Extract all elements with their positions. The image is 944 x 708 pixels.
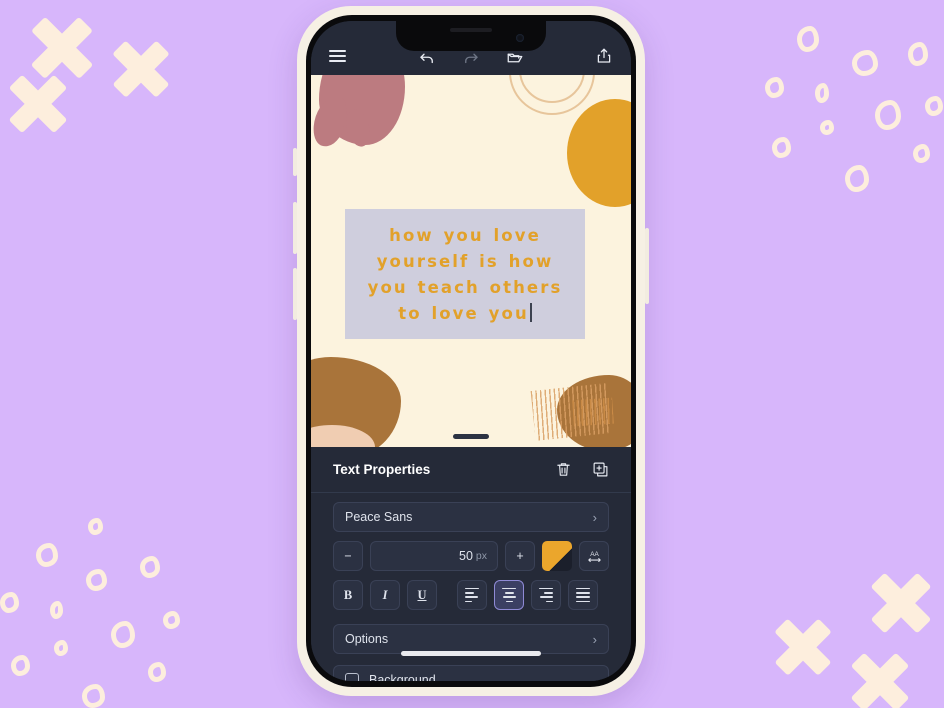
decor-cross-icon bbox=[848, 650, 912, 708]
text-format-row: B I U bbox=[333, 580, 609, 610]
background-label: Background bbox=[369, 673, 436, 681]
size-row-wrapper: − 50 px + AA B I U bbox=[311, 532, 631, 610]
decor-ring-icon bbox=[111, 621, 135, 648]
decor-ring-icon bbox=[815, 83, 829, 103]
hamburger-menu-icon[interactable] bbox=[329, 47, 346, 65]
svg-text:AA: AA bbox=[590, 550, 599, 557]
background-toggle-row[interactable]: Background ⌄ bbox=[333, 665, 609, 681]
font-size-unit: px bbox=[475, 550, 487, 562]
decor-ring-icon bbox=[772, 137, 791, 158]
chevron-right-icon: › bbox=[592, 631, 597, 647]
decor-ring-icon bbox=[908, 42, 928, 66]
decor-cross-icon bbox=[110, 38, 172, 100]
font-size-value: 50 bbox=[459, 549, 473, 563]
font-row: Peace Sans › bbox=[311, 493, 631, 532]
decrease-font-size-button[interactable]: − bbox=[333, 541, 363, 571]
phone-mockup: how you love yourself is how you teach oth… bbox=[293, 6, 649, 696]
decor-ring-icon bbox=[765, 77, 784, 98]
decor-cross-icon bbox=[868, 570, 934, 636]
font-family-select[interactable]: Peace Sans › bbox=[333, 502, 609, 532]
letter-spacing-icon[interactable]: AA bbox=[579, 541, 609, 571]
decor-ring-icon bbox=[913, 144, 930, 163]
decor-ring-icon bbox=[54, 640, 68, 656]
front-camera-icon bbox=[516, 34, 524, 42]
bold-button[interactable]: B bbox=[333, 580, 363, 610]
volume-down-button[interactable] bbox=[293, 268, 297, 320]
decor-ring-icon bbox=[852, 50, 878, 76]
decor-ring-icon bbox=[50, 601, 63, 619]
phone-notch bbox=[396, 21, 546, 51]
underline-button[interactable]: U bbox=[407, 580, 437, 610]
decor-ring-icon bbox=[163, 611, 180, 629]
decor-ring-icon bbox=[797, 26, 819, 52]
selected-text-element[interactable]: how you love yourself is how you teach oth… bbox=[345, 209, 585, 339]
options-row: Options › bbox=[311, 610, 631, 654]
decor-ring-icon bbox=[36, 543, 58, 567]
increase-font-size-button[interactable]: + bbox=[505, 541, 535, 571]
decor-ring-icon bbox=[845, 165, 869, 192]
decor-ring-icon bbox=[140, 556, 160, 578]
align-left-icon[interactable] bbox=[457, 580, 487, 610]
undo-icon[interactable] bbox=[418, 49, 436, 67]
font-size-row: − 50 px + AA bbox=[333, 541, 609, 571]
folder-open-icon[interactable] bbox=[506, 49, 524, 67]
orange-circle-decoration bbox=[567, 99, 631, 207]
options-label: Options bbox=[345, 632, 389, 646]
design-canvas[interactable]: how you love yourself is how you teach oth… bbox=[311, 75, 631, 447]
panel-drag-handle[interactable] bbox=[453, 434, 489, 439]
decor-cross-icon bbox=[6, 72, 70, 136]
decor-ring-icon bbox=[875, 100, 901, 130]
silent-switch-button[interactable] bbox=[293, 148, 297, 176]
hatched-texture-decoration bbox=[572, 397, 614, 427]
decor-ring-icon bbox=[86, 569, 107, 591]
earpiece-speaker bbox=[450, 28, 492, 32]
decor-ring-icon bbox=[82, 684, 105, 708]
italic-button[interactable]: I bbox=[370, 580, 400, 610]
duplicate-icon[interactable] bbox=[592, 461, 609, 478]
panel-title: Text Properties bbox=[333, 462, 431, 477]
panel-header-actions bbox=[555, 461, 609, 478]
toolbar-center-actions bbox=[418, 49, 524, 67]
decor-ring-icon bbox=[925, 96, 943, 116]
redo-icon[interactable] bbox=[462, 49, 480, 67]
chevron-down-icon: ⌄ bbox=[586, 672, 597, 682]
font-size-input[interactable]: 50 px bbox=[370, 541, 498, 571]
decor-cross-icon bbox=[772, 616, 834, 678]
chevron-right-icon: › bbox=[592, 509, 597, 525]
align-center-icon[interactable] bbox=[494, 580, 524, 610]
align-justify-icon[interactable] bbox=[568, 580, 598, 610]
text-cursor bbox=[529, 303, 532, 322]
decor-ring-icon bbox=[820, 120, 834, 135]
options-select[interactable]: Options › bbox=[333, 624, 609, 654]
font-family-label: Peace Sans bbox=[345, 510, 413, 524]
text-properties-panel: Text Properties Peace Sans › − 50 px + A… bbox=[311, 447, 631, 681]
background-checkbox[interactable] bbox=[345, 673, 359, 681]
decor-ring-icon bbox=[148, 662, 166, 682]
align-right-icon[interactable] bbox=[531, 580, 561, 610]
phone-bezel: how you love yourself is how you teach oth… bbox=[306, 15, 636, 687]
canvas-text: how you love yourself is how you teach oth… bbox=[367, 226, 563, 323]
home-indicator[interactable] bbox=[401, 651, 541, 656]
volume-up-button[interactable] bbox=[293, 202, 297, 254]
panel-header: Text Properties bbox=[311, 447, 631, 493]
text-color-swatch[interactable] bbox=[542, 541, 572, 571]
power-button[interactable] bbox=[645, 228, 649, 304]
decor-ring-icon bbox=[88, 518, 103, 535]
phone-screen: how you love yourself is how you teach oth… bbox=[311, 21, 631, 681]
background-row: Background ⌄ bbox=[311, 665, 631, 681]
decor-ring-icon bbox=[0, 592, 19, 613]
decor-ring-icon bbox=[11, 655, 30, 676]
share-icon[interactable] bbox=[595, 47, 613, 65]
trash-icon[interactable] bbox=[555, 461, 572, 478]
